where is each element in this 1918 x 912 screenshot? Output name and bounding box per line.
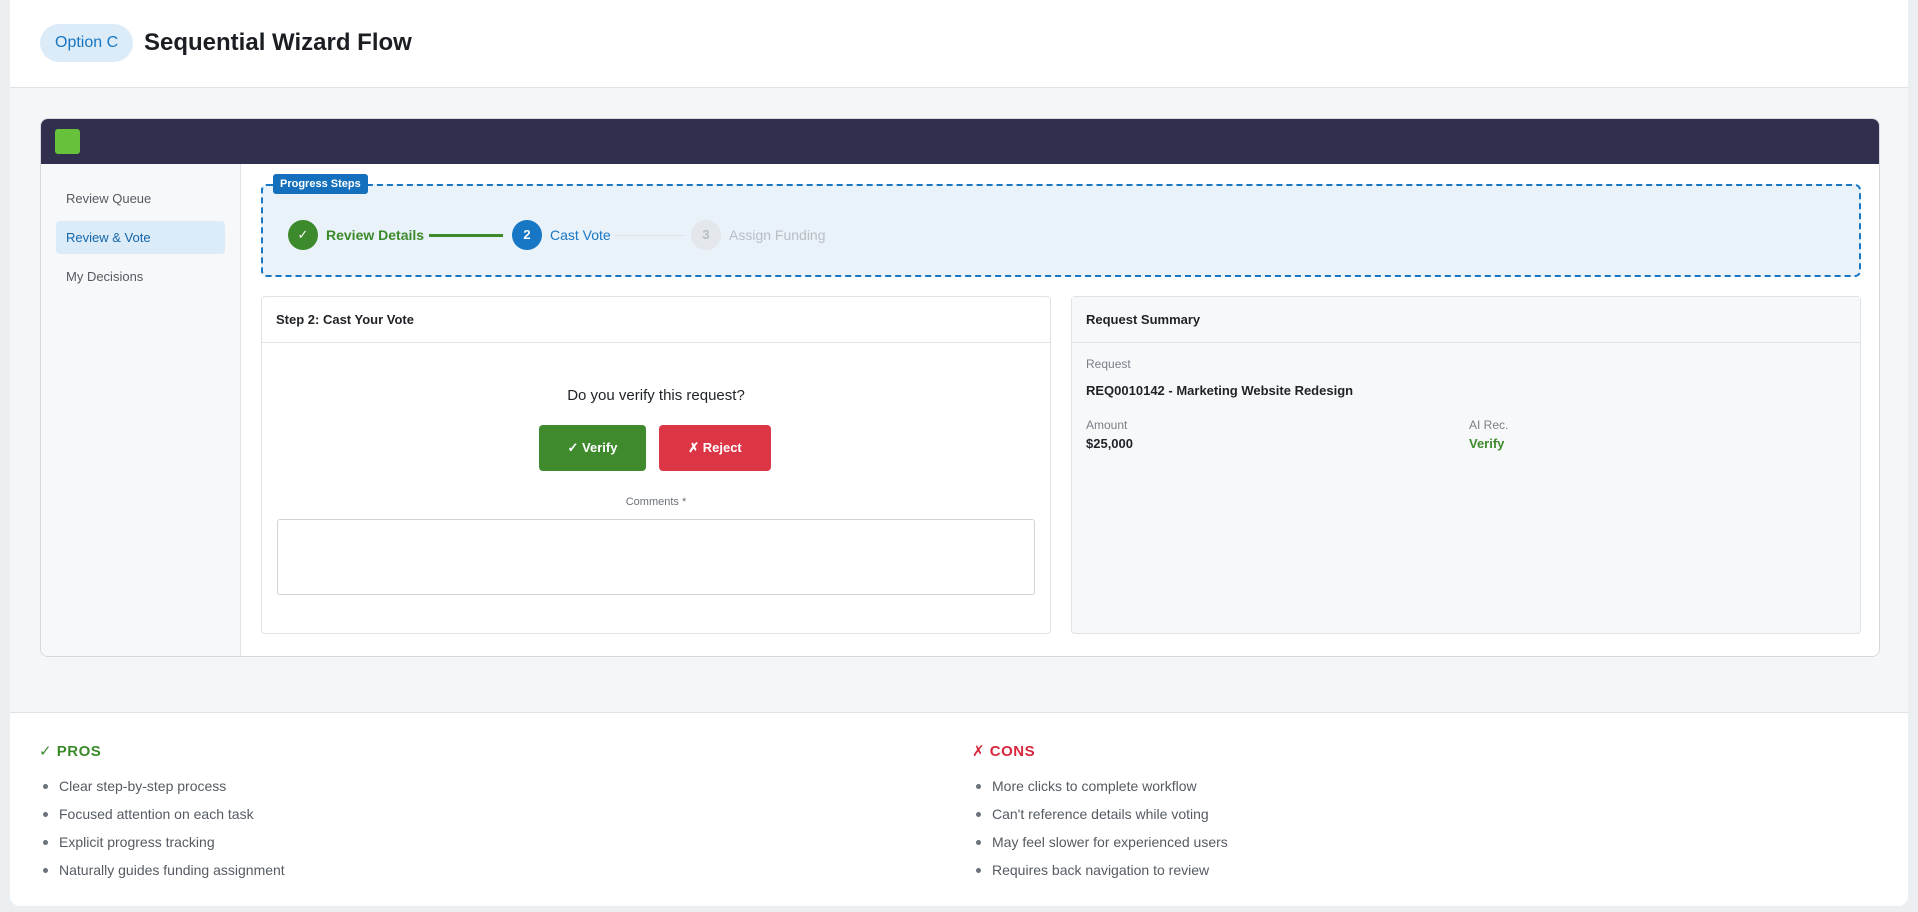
app-logo-icon [55,129,80,154]
sidebar: Review Queue Review & Vote My Decisions [41,164,241,656]
step-connector-completed [429,234,503,237]
cons-list: More clicks to complete workflow Can't r… [972,772,1228,884]
request-label: Request [1086,357,1131,371]
amount-label: Amount [1086,418,1128,432]
step-assign-funding: 3 Assign Funding [691,220,826,250]
list-item: May feel slower for experienced users [972,828,1228,856]
ai-rec-value: Verify [1469,436,1505,451]
list-item: Focused attention on each task [39,800,285,828]
main-content: Progress Steps ✓ Review Details 2 Cast V… [241,164,1879,656]
sidebar-item-review-queue[interactable]: Review Queue [56,182,225,215]
request-value: REQ0010142 - Marketing Website Redesign [1086,383,1354,398]
step-cast-vote[interactable]: 2 Cast Vote [512,220,611,250]
progress-steps-tag: Progress Steps [273,174,368,194]
step-number: 2 [512,220,542,250]
page-header: Option C Sequential Wizard Flow [10,0,1908,88]
pros-title: ✓ PROS [39,743,102,760]
pros-section: ✓ PROS Clear step-by-step process Focuse… [39,742,285,884]
comments-label: Comments * [625,496,687,508]
app-top-bar [41,119,1879,164]
progress-steps-panel: Progress Steps ✓ Review Details 2 Cast V… [261,174,1861,277]
cons-section: ✗ CONS More clicks to complete workflow … [972,742,1228,884]
sidebar-item-review-and-vote[interactable]: Review & Vote [56,221,225,254]
check-icon: ✓ [288,220,318,250]
list-item: Naturally guides funding assignment [39,856,285,884]
step-label: Assign Funding [729,227,826,243]
ai-rec-label: AI Rec. [1469,418,1509,432]
amount-value: $25,000 [1086,436,1133,451]
mock-app-window: Review Queue Review & Vote My Decisions … [40,118,1880,657]
pros-list: Clear step-by-step process Focused atten… [39,772,285,884]
summary-card-title: Request Summary [1072,297,1860,343]
verify-button[interactable]: ✓ Verify [539,425,646,471]
list-item: Explicit progress tracking [39,828,285,856]
step-label: Review Details [326,227,425,243]
vote-card-title: Step 2: Cast Your Vote [262,297,1050,343]
cons-title: ✗ CONS [972,743,1036,760]
list-item: Requires back navigation to review [972,856,1228,884]
page-title: Sequential Wizard Flow [144,29,412,56]
sidebar-item-my-decisions[interactable]: My Decisions [56,260,225,293]
step-number: 3 [691,220,721,250]
step-review-details[interactable]: ✓ Review Details [288,220,424,250]
comments-textarea[interactable] [277,519,1035,595]
request-summary-card: Request Summary Request REQ0010142 - Mar… [1071,296,1861,634]
list-item: More clicks to complete workflow [972,772,1228,800]
option-badge: Option C [40,24,134,62]
page-card: Option C Sequential Wizard Flow Review Q… [10,0,1908,906]
mockup-area: Review Queue Review & Vote My Decisions … [10,88,1908,713]
step-connector-pending [615,235,685,236]
list-item: Clear step-by-step process [39,772,285,800]
vote-card: Step 2: Cast Your Vote Do you verify thi… [261,296,1051,634]
list-item: Can't reference details while voting [972,800,1228,828]
step-label: Cast Vote [550,227,611,243]
vote-question: Do you verify this request? [567,387,745,404]
reject-button[interactable]: ✗ Reject [659,425,771,471]
